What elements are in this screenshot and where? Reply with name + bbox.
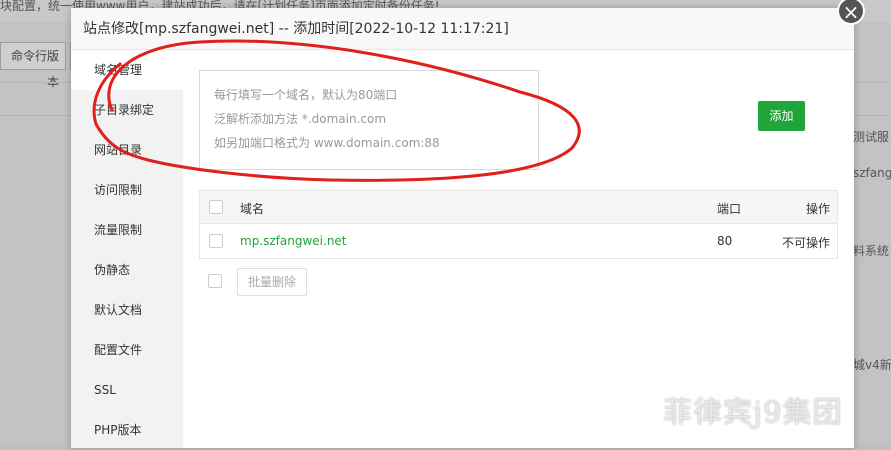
modal-sidebar: 域名管理 子目录绑定 网站目录 访问限制 流量限制 伪静态 默认文档 配置文件 … [71, 50, 183, 448]
domain-input-hint: 泛解析添加方法 *.domain.com [214, 112, 387, 126]
sidebar-item-rewrite[interactable]: 伪静态 [71, 250, 183, 290]
sidebar-item-config-file[interactable]: 配置文件 [71, 330, 183, 370]
domain-table: 域名 端口 操作 mp.szfangwei.net 80 不可操作 [199, 190, 838, 259]
sidebar-item-site-directory[interactable]: 网站目录 [71, 130, 183, 170]
column-header-port: 端口 [717, 202, 742, 216]
action-value: 不可操作 [782, 236, 831, 250]
select-all-checkbox[interactable] [209, 200, 223, 214]
sidebar-item-subdirectory-binding[interactable]: 子目录绑定 [71, 90, 183, 130]
background-row-text: 城v4新 [853, 358, 891, 372]
column-header-domain: 域名 [240, 202, 265, 216]
domain-input[interactable]: 每行填写一个域名，默认为80端口 泛解析添加方法 *.domain.com 如另… [199, 70, 539, 170]
sidebar-item-default-document[interactable]: 默认文档 [71, 290, 183, 330]
sidebar-item-traffic-limit[interactable]: 流量限制 [71, 210, 183, 250]
batch-delete-button[interactable]: 批量删除 [237, 268, 307, 296]
domain-input-hint: 如另加端口格式为 www.domain.com:88 [214, 136, 440, 150]
row-checkbox[interactable] [209, 234, 223, 248]
add-domain-button[interactable]: 添加 [758, 101, 805, 131]
sidebar-item-php-version[interactable]: PHP版本 [71, 410, 183, 450]
domain-link[interactable]: mp.szfangwei.net [240, 234, 347, 248]
site-edit-modal: 站点修改[mp.szfangwei.net] -- 添加时间[2022-10-1… [71, 8, 854, 448]
table-row: mp.szfangwei.net 80 不可操作 [200, 224, 837, 258]
watermark-text: 菲律宾j9集团 [663, 395, 843, 429]
modal-title: 站点修改[mp.szfangwei.net] -- 添加时间[2022-10-1… [71, 8, 854, 50]
background-row-text: 料系统 [853, 244, 890, 258]
sidebar-item-ssl[interactable]: SSL [71, 370, 183, 410]
column-header-action: 操作 [806, 202, 831, 216]
background-row-text: 测试服 [853, 130, 890, 144]
sidebar-item-access-limit[interactable]: 访问限制 [71, 170, 183, 210]
domain-input-hint: 每行填写一个域名，默认为80端口 [214, 88, 398, 102]
background-cmd-tab[interactable]: 命令行版本 [0, 42, 66, 89]
sidebar-item-domain-management[interactable]: 域名管理 [71, 50, 183, 90]
background-row-text: szfang [853, 166, 891, 180]
port-value: 80 [717, 234, 733, 248]
batch-select-checkbox[interactable] [208, 274, 222, 288]
table-header: 域名 端口 操作 [200, 191, 837, 224]
